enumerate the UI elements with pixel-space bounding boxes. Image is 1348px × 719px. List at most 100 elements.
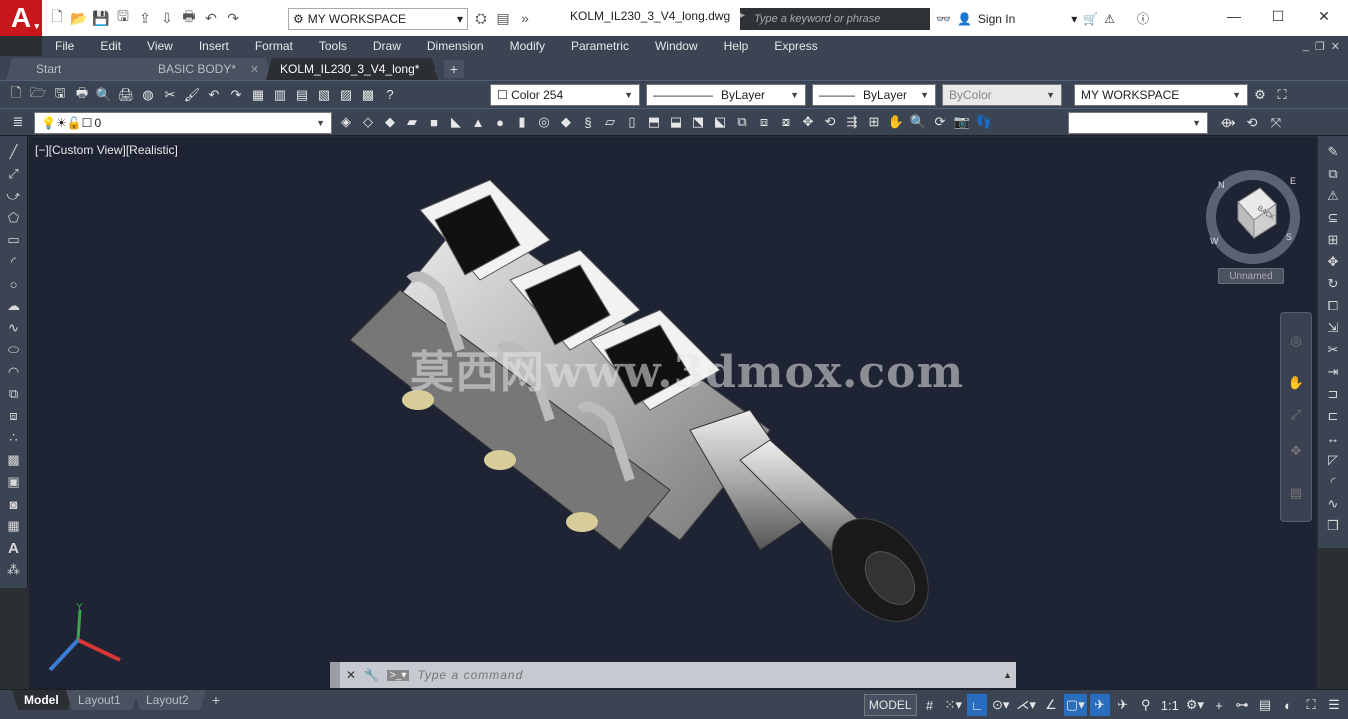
make-current-layer-icon[interactable]: ◈: [336, 112, 356, 132]
array-icon[interactable]: ⊞: [1323, 230, 1343, 250]
tab-model[interactable]: Model: [12, 690, 74, 710]
menu-edit[interactable]: Edit: [87, 39, 134, 53]
box-icon[interactable]: ■: [424, 112, 444, 132]
annotation-monitor-icon[interactable]: +: [1209, 694, 1229, 716]
minimize-button[interactable]: —: [1222, 6, 1246, 26]
fillet-icon[interactable]: ◜: [1323, 472, 1343, 492]
3d-move-icon[interactable]: ✥: [798, 112, 818, 132]
plot-icon[interactable]: 🖶: [72, 85, 92, 105]
clean-screen-icon[interactable]: ⛶: [1301, 694, 1321, 716]
cart-icon[interactable]: 🛒: [1083, 12, 1098, 26]
polar-tracking-icon[interactable]: ⊙▾: [990, 694, 1011, 716]
revision-cloud-icon[interactable]: ☁: [4, 296, 24, 316]
command-input[interactable]: Type a command: [417, 668, 1003, 682]
hatch-icon[interactable]: ▩: [4, 450, 24, 470]
planar-surface-icon[interactable]: ▱: [600, 112, 620, 132]
sweep-icon[interactable]: ⬓: [666, 112, 686, 132]
zoom-icon[interactable]: 🔍: [908, 112, 928, 132]
drag-handle[interactable]: [330, 662, 340, 688]
rectangle-icon[interactable]: ▭: [4, 230, 24, 250]
3d-rotate-icon[interactable]: ⟲: [820, 112, 840, 132]
maximize-button[interactable]: ☐: [1266, 6, 1290, 26]
ucs-3point-icon[interactable]: ⤧: [1266, 113, 1286, 133]
subtract-icon[interactable]: ⧈: [754, 112, 774, 132]
annotation-scale-icon[interactable]: ⚲: [1136, 694, 1156, 716]
undo-icon[interactable]: ↶: [202, 9, 220, 27]
clean-screen-icon[interactable]: ⛶: [1272, 85, 1292, 105]
object-snap-tracking-icon[interactable]: ∠: [1041, 694, 1061, 716]
save-to-web-icon[interactable]: ⇩: [158, 9, 176, 27]
ellipse-icon[interactable]: ⬭: [4, 340, 24, 360]
make-block-icon[interactable]: ⧈: [4, 406, 24, 426]
showmotion-icon[interactable]: ▤: [1286, 483, 1306, 503]
menu-tools[interactable]: Tools: [306, 39, 360, 53]
copy-icon[interactable]: ⧉: [1323, 164, 1343, 184]
close-icon[interactable]: ✕: [250, 63, 259, 76]
break-icon[interactable]: ⊏: [1323, 406, 1343, 426]
layer-previous-icon[interactable]: ◇: [358, 112, 378, 132]
open-from-web-icon[interactable]: ⇪: [136, 9, 154, 27]
loft-icon[interactable]: ⬕: [710, 112, 730, 132]
redo-icon[interactable]: ↷: [224, 9, 242, 27]
tab-kolm-il230[interactable]: KOLM_IL230_3_V4_long* ✕: [266, 58, 438, 80]
properties-icon[interactable]: ▦: [248, 85, 268, 105]
polygon-icon[interactable]: ⬠: [4, 208, 24, 228]
save-as-icon[interactable]: 🖫: [114, 8, 132, 27]
extend-icon[interactable]: ⇥: [1323, 362, 1343, 382]
3d-align-icon[interactable]: ⇶: [842, 112, 862, 132]
orbit-icon[interactable]: ✥: [1286, 441, 1306, 461]
new-icon[interactable]: 🗋: [48, 8, 66, 27]
ucs-world-icon[interactable]: ⟲: [1242, 113, 1262, 133]
menu-file[interactable]: File: [42, 39, 87, 53]
menu-dimension[interactable]: Dimension: [414, 39, 497, 53]
customize-qat-icon[interactable]: »: [516, 9, 534, 27]
menu-format[interactable]: Format: [242, 39, 306, 53]
menu-draw[interactable]: Draw: [360, 39, 414, 53]
extrude-icon[interactable]: ▯: [622, 112, 642, 132]
snap-icon[interactable]: ⁙▾: [943, 694, 964, 716]
workspace-dropdown[interactable]: MY WORKSPACE ▼: [1074, 84, 1248, 106]
isodraft-icon[interactable]: ⋌▾: [1014, 694, 1038, 716]
ucs-menu-button[interactable]: Unnamed: [1218, 268, 1284, 284]
move-icon[interactable]: ✥: [1323, 252, 1343, 272]
command-prompt-icon[interactable]: >_▾: [387, 669, 410, 681]
plot-preview-icon[interactable]: 🔍: [94, 85, 114, 105]
sphere-icon[interactable]: ●: [490, 112, 510, 132]
tab-layout1[interactable]: Layout1: [66, 690, 138, 710]
break-at-point-icon[interactable]: ⊐: [1323, 384, 1343, 404]
help-icon[interactable]: ?: [380, 85, 400, 105]
redo-icon[interactable]: ↷: [226, 85, 246, 105]
region-icon[interactable]: ◙: [4, 494, 24, 514]
revolve-icon[interactable]: ⬔: [688, 112, 708, 132]
open-icon[interactable]: 📂: [70, 9, 88, 27]
camera-icon[interactable]: 📷: [952, 112, 972, 132]
sheet-set-icon[interactable]: ▧: [314, 85, 334, 105]
point-icon[interactable]: ∴: [4, 428, 24, 448]
linetype-dropdown[interactable]: ————— ByLayer ▼: [646, 84, 806, 106]
insert-block-icon[interactable]: ⧉: [4, 384, 24, 404]
tool-palettes-icon[interactable]: ▤: [292, 85, 312, 105]
new-icon[interactable]: 🗋: [6, 85, 26, 105]
offset-icon[interactable]: ⊆: [1323, 208, 1343, 228]
viewport-controls-label[interactable]: [−][Custom View][Realistic]: [35, 143, 178, 157]
pyramid-icon[interactable]: ◆: [556, 112, 576, 132]
publish-icon[interactable]: 🖨: [116, 85, 136, 105]
markup-icon[interactable]: ▨: [336, 85, 356, 105]
workspace-switcher[interactable]: ⚙ MY WORKSPACE ▾: [288, 8, 468, 30]
layer-icon[interactable]: ▤: [494, 9, 512, 27]
stretch-icon[interactable]: ⇲: [1323, 318, 1343, 338]
view-dropdown[interactable]: ▼: [1068, 112, 1208, 134]
cylinder-icon[interactable]: ▮: [512, 112, 532, 132]
polyline-icon[interactable]: ⤻: [4, 186, 24, 206]
close-icon[interactable]: ✕: [433, 63, 442, 76]
walk-icon[interactable]: 👣: [974, 112, 994, 132]
erase-icon[interactable]: ✎: [1323, 142, 1343, 162]
object-snap-icon[interactable]: ▢▾: [1063, 694, 1087, 716]
menu-insert[interactable]: Insert: [186, 39, 242, 53]
search-input[interactable]: Type a keyword or phrase: [740, 8, 930, 30]
lineweight-dropdown[interactable]: ——— ByLayer ▼: [812, 84, 936, 106]
trim-icon[interactable]: ✂: [1323, 340, 1343, 360]
line-icon[interactable]: ╱: [4, 142, 24, 162]
gradient-icon[interactable]: ▣: [4, 472, 24, 492]
gear-icon[interactable]: ⚙: [1250, 85, 1270, 105]
